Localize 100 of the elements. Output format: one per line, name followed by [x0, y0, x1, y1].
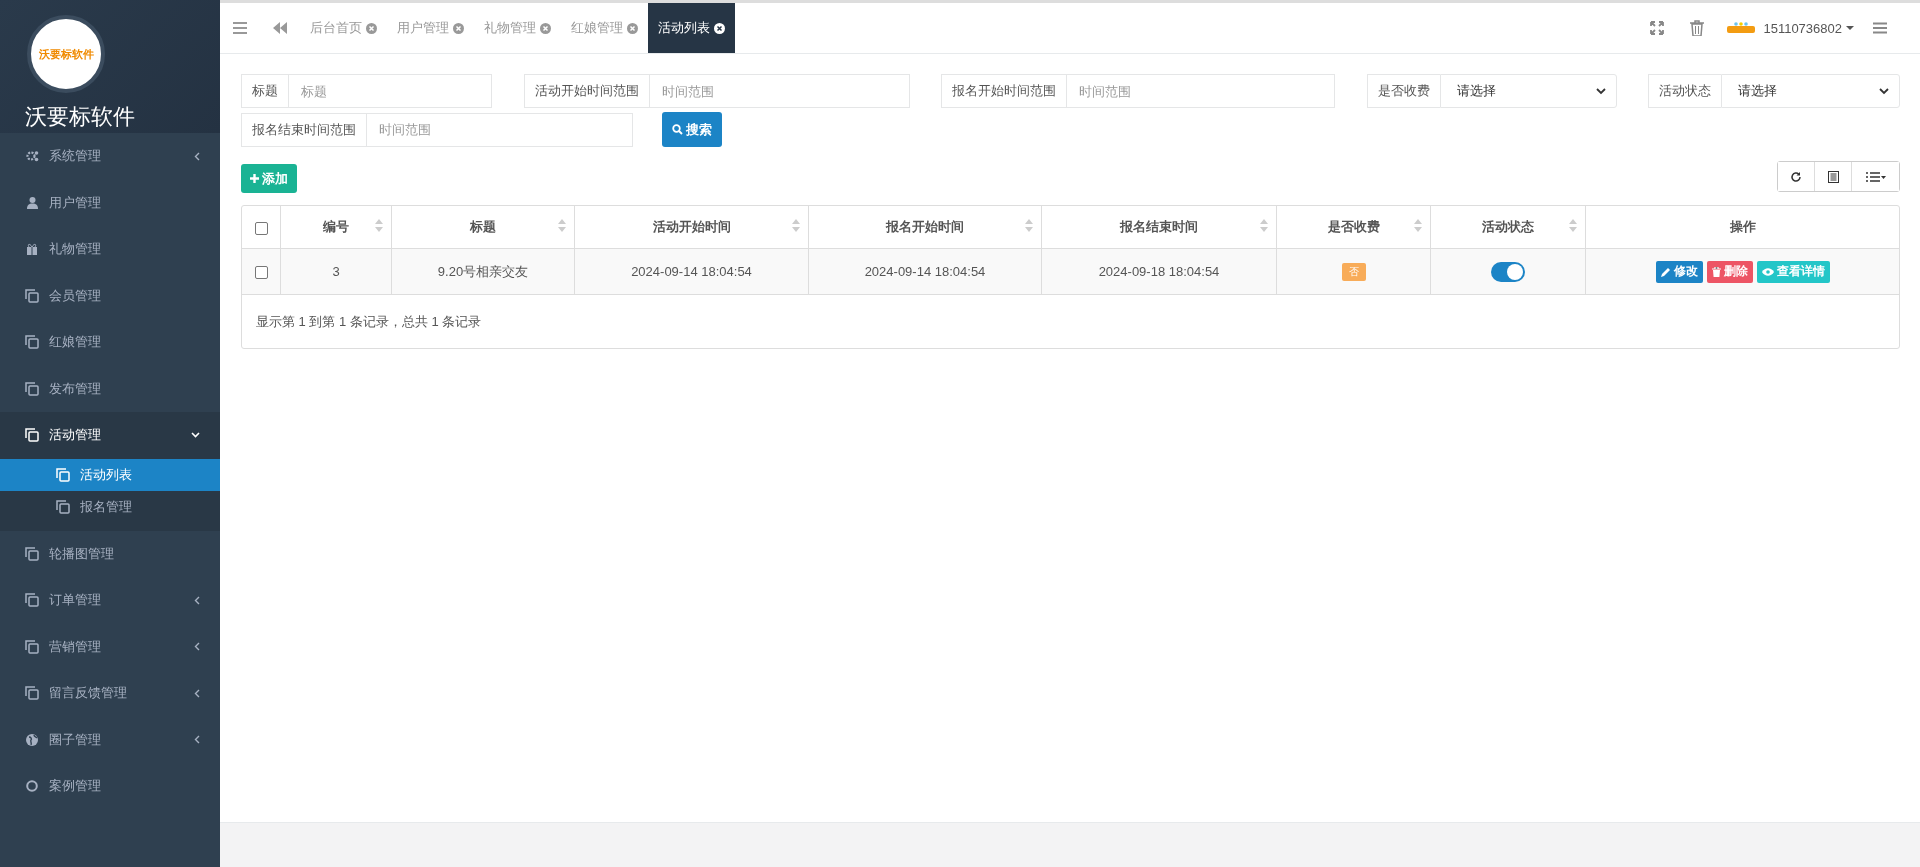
copy-icon	[25, 593, 39, 608]
copy-icon	[25, 335, 39, 350]
sort-icon	[1260, 219, 1268, 232]
column-header[interactable]: 活动状态	[1430, 206, 1586, 249]
eye-icon	[1761, 267, 1774, 276]
trash-icon	[1711, 266, 1721, 277]
copy-icon	[56, 467, 70, 482]
input-field[interactable]: 标题	[288, 74, 492, 108]
search-button[interactable]: 搜索	[662, 112, 722, 147]
list-menu-icon[interactable]	[1873, 22, 1887, 34]
sidebar-item[interactable]: 营销管理	[0, 623, 220, 670]
sidebar-item[interactable]: 礼物管理	[0, 226, 220, 273]
sort-icon	[1025, 219, 1033, 232]
table-cell: 2024-09-14 18:04:54	[808, 248, 1042, 295]
fullscreen-icon[interactable]	[1650, 21, 1665, 35]
copy-icon	[25, 639, 39, 654]
sort-icon	[375, 219, 383, 232]
logo-text: 沃要标软件	[38, 46, 94, 62]
table-cell: 2024-09-14 18:04:54	[574, 248, 809, 295]
copy-icon	[25, 288, 39, 303]
user-icon	[25, 196, 39, 209]
circle-icon	[25, 780, 39, 793]
input-field[interactable]: 时间范围	[366, 112, 633, 147]
refresh-button[interactable]	[1778, 162, 1815, 191]
chevron-down-icon	[1879, 87, 1889, 95]
copy-icon	[25, 428, 39, 443]
user-menu[interactable]: 15110736802	[1727, 20, 1854, 36]
sort-icon	[558, 219, 566, 232]
sidebar-item[interactable]: 红娘管理	[0, 319, 220, 366]
table-cell: 2024-09-18 18:04:54	[1041, 248, 1277, 295]
column-header[interactable]: 报名开始时间	[808, 206, 1042, 249]
gift-icon	[25, 243, 39, 256]
sort-icon	[792, 219, 800, 232]
add-button[interactable]: 添加	[241, 164, 297, 193]
avatar-icon	[1727, 22, 1756, 34]
column-header[interactable]: 编号	[280, 206, 392, 249]
chevron-left-icon	[194, 735, 200, 745]
sidebar-item[interactable]: 活动管理	[0, 412, 220, 459]
brand-name: 沃要标软件	[25, 103, 135, 131]
chevron-down-icon	[191, 432, 200, 439]
copy-icon	[25, 686, 39, 701]
column-header[interactable]: 是否收费	[1276, 206, 1431, 249]
tab[interactable]: 礼物管理	[474, 3, 561, 53]
sidebar-item[interactable]: 发布管理	[0, 365, 220, 412]
field-label: 报名开始时间范围	[941, 74, 1066, 108]
close-icon[interactable]	[714, 22, 725, 34]
tab[interactable]: 红娘管理	[561, 3, 648, 53]
sidebar-item[interactable]: 订单管理	[0, 577, 220, 624]
trash-icon[interactable]	[1690, 20, 1705, 36]
input-field[interactable]: 时间范围	[648, 74, 910, 108]
sidebar-subitem[interactable]: 活动列表	[0, 458, 220, 491]
field-label: 标题	[241, 74, 288, 108]
copy-icon	[56, 499, 70, 514]
field-label: 是否收费	[1366, 74, 1440, 108]
input-field[interactable]: 时间范围	[1066, 74, 1335, 108]
globe-icon	[25, 733, 39, 746]
chevron-left-icon	[194, 595, 200, 605]
sidebar-item[interactable]: 圈子管理	[0, 716, 220, 763]
field-label: 报名结束时间范围	[241, 112, 366, 147]
search-icon	[672, 124, 683, 135]
select-field[interactable]: 请选择	[1439, 74, 1617, 108]
sidebar-item[interactable]: 轮播图管理	[0, 530, 220, 577]
chevron-left-icon	[194, 642, 200, 652]
sort-icon	[1569, 219, 1577, 232]
column-header[interactable]: 活动开始时间	[574, 206, 809, 249]
column-header: 操作	[1585, 206, 1899, 249]
caret-icon	[1846, 26, 1854, 30]
pagination-info: 显示第 1 到第 1 条记录，总共 1 条记录	[255, 313, 483, 331]
checkbox[interactable]	[254, 221, 268, 235]
chevron-left-icon	[194, 151, 200, 161]
sidebar-item[interactable]: 会员管理	[0, 272, 220, 319]
field-label: 活动状态	[1648, 74, 1721, 108]
tab[interactable]: 活动列表	[648, 3, 735, 53]
pencil-icon	[1660, 266, 1671, 277]
select-field[interactable]: 请选择	[1721, 74, 1900, 108]
field-label: 活动开始时间范围	[523, 74, 649, 108]
sidebar-item[interactable]: 用户管理	[0, 179, 220, 226]
edit-button[interactable]: 修改	[1655, 260, 1703, 283]
chevron-down-icon	[1595, 87, 1606, 95]
toggle-switch[interactable]	[1491, 261, 1525, 282]
column-header[interactable]: 标题	[391, 206, 575, 249]
sort-icon	[1414, 219, 1422, 232]
tab[interactable]: 用户管理	[387, 3, 474, 53]
sidebar-subitem[interactable]: 报名管理	[0, 490, 220, 523]
copy-icon	[25, 546, 39, 561]
double-left-arrow-icon[interactable]	[273, 22, 287, 34]
delete-button[interactable]: 删除	[1706, 260, 1753, 283]
list-caret-icon	[1865, 171, 1886, 182]
column-header[interactable]: 报名结束时间	[1041, 206, 1277, 249]
sidebar-item[interactable]: 案例管理	[0, 763, 220, 810]
fee-badge: 否	[1341, 262, 1366, 281]
tab[interactable]: 后台首页	[300, 3, 387, 53]
checkbox[interactable]	[254, 266, 268, 280]
document-icon	[1827, 170, 1839, 183]
sidebar-item[interactable]: 系统管理	[0, 133, 220, 180]
chevron-left-icon	[194, 688, 200, 698]
sidebar-item[interactable]: 留言反馈管理	[0, 670, 220, 717]
menu-icon[interactable]	[233, 22, 247, 34]
table-cell: 9.20号相亲交友	[391, 248, 575, 295]
table-cell: 3	[280, 248, 392, 295]
